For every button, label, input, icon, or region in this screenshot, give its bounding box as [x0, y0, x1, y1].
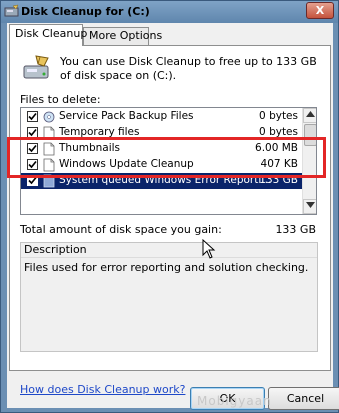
scroll-thumb[interactable]: [304, 124, 316, 146]
files-list[interactable]: Service Pack Backup Files 0 bytes Tempor…: [20, 107, 317, 215]
description-title: Description: [21, 243, 317, 258]
file-icon: [43, 126, 55, 140]
disk-cleanup-window: Disk Cleanup for (C:) X Disk Cleanup Mor…: [0, 0, 339, 413]
description-group: Description Files used for error reporti…: [20, 242, 318, 352]
cancel-button[interactable]: Cancel: [268, 387, 339, 410]
checkbox[interactable]: [27, 175, 38, 186]
file-name: Windows Update Cleanup: [59, 158, 194, 170]
file-name: Thumbnails: [59, 142, 121, 154]
tab-more-options[interactable]: More Options: [83, 27, 162, 45]
watermark: Mobigyaan: [197, 394, 272, 408]
tab-disk-cleanup[interactable]: Disk Cleanup: [9, 24, 87, 46]
checkbox[interactable]: [27, 159, 38, 170]
scroll-down-button[interactable]: [303, 199, 316, 214]
checkbox[interactable]: [27, 127, 38, 138]
disk-cleanup-icon: [4, 4, 19, 19]
file-name: Temporary files: [59, 126, 140, 138]
list-item[interactable]: Thumbnails 6.00 MB: [21, 141, 302, 157]
file-size: 407 KB: [260, 158, 298, 170]
file-size: 0 bytes: [259, 110, 298, 122]
list-item[interactable]: Temporary files 0 bytes: [21, 125, 302, 141]
cd-icon: [43, 110, 55, 124]
title-bar[interactable]: Disk Cleanup for (C:) X: [1, 1, 338, 23]
checkbox[interactable]: [27, 143, 38, 154]
close-button[interactable]: X: [306, 2, 334, 19]
list-item-selected[interactable]: System queued Windows Error Reporti... 1…: [21, 173, 302, 189]
description-text: Files used for error reporting and solut…: [24, 261, 309, 274]
how-disk-cleanup-works-link[interactable]: How does Disk Cleanup work?: [20, 383, 185, 396]
disk-cleanup-icon: [22, 54, 52, 82]
disk-cleanup-tab-page: You can use Disk Cleanup to free up to 1…: [9, 45, 331, 396]
file-icon: [43, 174, 55, 188]
file-size: 133 GB: [259, 174, 298, 186]
file-name: Service Pack Backup Files: [59, 110, 194, 122]
scroll-up-button[interactable]: [303, 108, 316, 123]
file-name: System queued Windows Error Reporti...: [59, 174, 272, 186]
header-description: You can use Disk Cleanup to free up to 1…: [60, 55, 317, 82]
file-icon: [43, 142, 55, 156]
file-size: 0 bytes: [259, 126, 298, 138]
file-size: 6.00 MB: [255, 142, 298, 154]
total-space-label: Total amount of disk space you gain:: [20, 223, 222, 236]
files-to-delete-label: Files to delete:: [20, 93, 101, 106]
list-item[interactable]: Windows Update Cleanup 407 KB: [21, 157, 302, 173]
file-icon: [43, 158, 55, 172]
total-space-value: 133 GB: [275, 223, 316, 236]
list-item[interactable]: Service Pack Backup Files 0 bytes: [21, 109, 302, 125]
mouse-cursor-icon: [202, 238, 216, 261]
window-title: Disk Cleanup for (C:): [21, 5, 150, 18]
checkbox[interactable]: [27, 111, 38, 122]
vertical-scrollbar[interactable]: [302, 108, 316, 214]
dialog-client-area: Disk Cleanup More Options You can use Di…: [7, 23, 339, 410]
